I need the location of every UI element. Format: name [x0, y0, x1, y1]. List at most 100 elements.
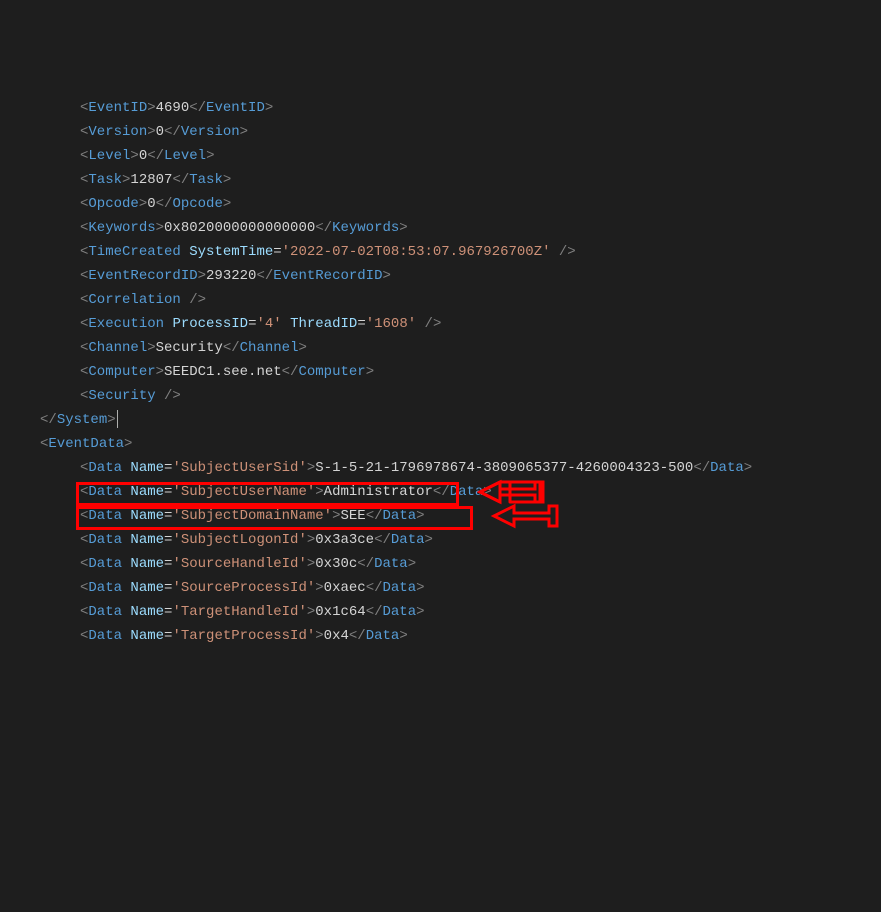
xml-attr-value: '4' — [256, 316, 281, 332]
xml-bracket: </ — [433, 484, 450, 500]
xml-tag: Data — [88, 628, 122, 644]
xml-bracket: > — [198, 268, 206, 284]
code-line[interactable]: <Version>0</Version> — [0, 120, 881, 144]
xml-text: 4690 — [156, 100, 190, 116]
xml-bracket: </ — [282, 364, 299, 380]
code-line[interactable]: <TimeCreated SystemTime='2022-07-02T08:5… — [0, 240, 881, 264]
xml-bracket: </ — [374, 532, 391, 548]
xml-text: SEE — [340, 508, 365, 524]
xml-bracket: </ — [147, 148, 164, 164]
code-line[interactable]: <Correlation /> — [0, 288, 881, 312]
xml-bracket: > — [107, 412, 115, 428]
xml-attr-name: ThreadID — [290, 316, 357, 332]
xml-tag: Opcode — [88, 196, 138, 212]
code-line[interactable]: <Data Name='TargetProcessId'>0x4</Data> — [0, 624, 881, 648]
xml-attr-value: 'SubjectDomainName' — [172, 508, 332, 524]
code-line[interactable]: <Security /> — [0, 384, 881, 408]
xml-text: 0x1c64 — [315, 604, 365, 620]
xml-bracket: > — [206, 148, 214, 164]
xml-tag: Data — [88, 580, 122, 596]
xml-text: 0 — [156, 124, 164, 140]
xml-tag: System — [57, 412, 107, 428]
xml-bracket: /> — [164, 388, 181, 404]
code-line[interactable]: <Execution ProcessID='4' ThreadID='1608'… — [0, 312, 881, 336]
code-line[interactable]: <EventRecordID>293220</EventRecordID> — [0, 264, 881, 288]
code-line[interactable]: <Keywords>0x8020000000000000</Keywords> — [0, 216, 881, 240]
xml-tag: Data — [88, 532, 122, 548]
xml-text: 293220 — [206, 268, 256, 284]
xml-tag: Data — [450, 484, 484, 500]
xml-tag: Task — [189, 172, 223, 188]
xml-tag: Data — [88, 556, 122, 572]
xml-bracket: > — [240, 124, 248, 140]
xml-attr-name: Name — [130, 580, 164, 596]
xml-tag: EventRecordID — [88, 268, 197, 284]
xml-attr-value: 'SourceProcessId' — [172, 580, 315, 596]
code-line[interactable]: <Data Name='SubjectUserSid'>S-1-5-21-179… — [0, 456, 881, 480]
xml-bracket: > — [399, 220, 407, 236]
xml-bracket: > — [307, 460, 315, 476]
xml-bracket: > — [147, 124, 155, 140]
xml-bracket: > — [416, 580, 424, 596]
xml-bracket: </ — [223, 340, 240, 356]
xml-text: 0 — [147, 196, 155, 212]
code-line[interactable]: <EventID>4690</EventID> — [0, 96, 881, 120]
xml-bracket: > — [416, 604, 424, 620]
xml-tag: Channel — [88, 340, 147, 356]
xml-tag: Data — [391, 532, 425, 548]
xml-bracket: > — [315, 628, 323, 644]
code-editor[interactable]: <EventID>4690</EventID><Version>0</Versi… — [0, 96, 881, 648]
xml-bracket: > — [382, 268, 390, 284]
code-line[interactable]: <Data Name='SubjectLogonId'>0x3a3ce</Dat… — [0, 528, 881, 552]
xml-text: SEEDC1.see.net — [164, 364, 282, 380]
xml-text: 0x3a3ce — [315, 532, 374, 548]
xml-tag: Data — [88, 484, 122, 500]
xml-bracket: > — [156, 364, 164, 380]
code-line[interactable]: <Data Name='SourceProcessId'>0xaec</Data… — [0, 576, 881, 600]
xml-tag: Task — [88, 172, 122, 188]
xml-bracket: > — [298, 340, 306, 356]
code-line[interactable]: <Level>0</Level> — [0, 144, 881, 168]
xml-bracket: </ — [40, 412, 57, 428]
xml-bracket: > — [147, 100, 155, 116]
code-line[interactable]: <Data Name='SourceHandleId'>0x30c</Data> — [0, 552, 881, 576]
xml-tag: Computer — [298, 364, 365, 380]
xml-attr-name: Name — [130, 556, 164, 572]
code-line[interactable]: </System> — [0, 408, 881, 432]
code-line[interactable]: <Data Name='SubjectUserName'>Administrat… — [0, 480, 881, 504]
xml-tag: Correlation — [88, 292, 180, 308]
xml-bracket: > — [307, 532, 315, 548]
xml-tag: Data — [88, 604, 122, 620]
xml-bracket: > — [265, 100, 273, 116]
xml-bracket: > — [124, 436, 132, 452]
xml-text: Administrator — [324, 484, 433, 500]
xml-bracket: </ — [357, 556, 374, 572]
code-line[interactable]: <Data Name='TargetHandleId'>0x1c64</Data… — [0, 600, 881, 624]
xml-equals: = — [164, 556, 172, 572]
xml-tag: Data — [366, 628, 400, 644]
xml-tag: Execution — [88, 316, 164, 332]
xml-attr-value: 'SubjectUserName' — [172, 484, 315, 500]
code-line[interactable]: <Data Name='SubjectDomainName'>SEE</Data… — [0, 504, 881, 528]
xml-tag: Data — [383, 604, 417, 620]
xml-tag: Level — [88, 148, 130, 164]
xml-attr-value: 'SubjectUserSid' — [172, 460, 306, 476]
xml-text: 0 — [139, 148, 147, 164]
code-line[interactable]: <Computer>SEEDC1.see.net</Computer> — [0, 360, 881, 384]
xml-tag: Data — [374, 556, 408, 572]
xml-tag: EventRecordID — [273, 268, 382, 284]
code-line[interactable]: <Channel>Security</Channel> — [0, 336, 881, 360]
xml-bracket: </ — [156, 196, 173, 212]
code-line[interactable]: <Opcode>0</Opcode> — [0, 192, 881, 216]
xml-attr-value: '1608' — [366, 316, 416, 332]
code-line[interactable]: <EventData> — [0, 432, 881, 456]
xml-tag: Keywords — [88, 220, 155, 236]
xml-tag: TimeCreated — [88, 244, 180, 260]
xml-text: 0x4 — [324, 628, 349, 644]
xml-bracket: > — [130, 148, 138, 164]
xml-equals: = — [164, 628, 172, 644]
xml-bracket: > — [399, 628, 407, 644]
xml-tag: Keywords — [332, 220, 399, 236]
xml-tag: Version — [88, 124, 147, 140]
code-line[interactable]: <Task>12807</Task> — [0, 168, 881, 192]
